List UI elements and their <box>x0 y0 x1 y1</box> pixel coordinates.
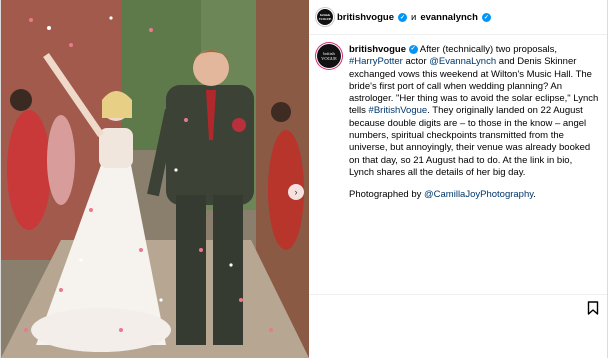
post-photo[interactable]: › <box>1 0 309 358</box>
avatar-logo-text: british VOGUE <box>321 51 337 61</box>
avatar[interactable]: british VOGUE <box>317 9 333 25</box>
verified-badge-icon: ✓ <box>481 12 491 22</box>
avatar-logo-text: british VOGUE <box>318 13 332 21</box>
post-dialog: › british VOGUE britishvogue ✓ и evannal… <box>0 0 608 358</box>
credit-prefix: Photographed by <box>349 189 425 201</box>
hashtag-link[interactable]: #HarryPotter <box>349 56 403 67</box>
verified-badge-icon: ✓ <box>408 44 418 54</box>
caption-text: britishvogue ✓ After (technically) two p… <box>349 44 599 202</box>
coauthor-name[interactable]: evannalynch <box>420 12 478 23</box>
account-name[interactable]: britishvogue <box>337 12 394 23</box>
chevron-right-icon: › <box>294 186 298 197</box>
photo-credit: Photographed by @CamillaJoyPhotography. <box>349 189 599 201</box>
bookmark-icon[interactable] <box>587 301 599 315</box>
hashtag-link[interactable]: #BritishVogue <box>369 105 428 116</box>
post-header: british VOGUE britishvogue ✓ и evannalyn… <box>309 0 607 35</box>
mention-link[interactable]: @CamillaJoyPhotography <box>424 189 533 200</box>
next-photo-button[interactable]: › <box>288 184 304 200</box>
mention-link[interactable]: @EvannaLynch <box>429 56 496 67</box>
caption-username[interactable]: britishvogue <box>349 44 406 55</box>
collab-conjunction: и <box>411 11 417 23</box>
verified-badge-icon: ✓ <box>398 12 408 22</box>
caption-segment: After (technically) two proposals, <box>417 44 558 55</box>
caption-segment: actor <box>402 56 430 68</box>
caption-row: british VOGUE britishvogue ✓ After (tech… <box>309 35 607 202</box>
post-side-panel: british VOGUE britishvogue ✓ и evannalyn… <box>309 0 607 358</box>
credit-suffix: . <box>533 189 536 201</box>
wedding-photo-illustration <box>1 0 309 358</box>
divider <box>309 294 607 295</box>
caption-avatar[interactable]: british VOGUE <box>317 44 341 68</box>
